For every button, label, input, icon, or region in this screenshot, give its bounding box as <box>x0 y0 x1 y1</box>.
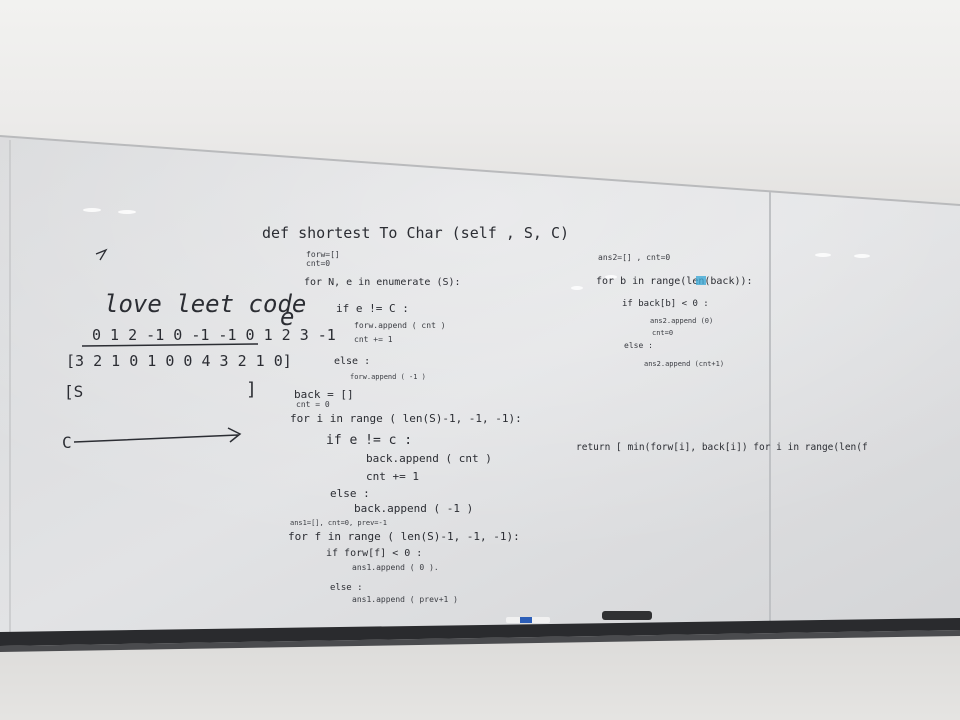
code-line: ans1.append ( 0 ). <box>352 563 439 572</box>
code-line: back.append ( cnt ) <box>366 452 492 465</box>
code-line: ans2.append (0) <box>650 317 713 325</box>
code-line: def shortest To Char (self , S, C) <box>262 224 569 242</box>
code-line: forw.append ( cnt ) <box>354 321 446 330</box>
classroom-scene: love leet code e 0 1 2 -1 0 -1 -1 0 1 2 … <box>0 0 960 720</box>
whiteboard-photo: love leet code e 0 1 2 -1 0 -1 -1 0 1 2 … <box>0 135 960 652</box>
code-line: if e != C : <box>336 302 409 315</box>
code-line: if e != c : <box>326 433 412 448</box>
left-result: [3 2 1 0 1 0 0 4 3 2 1 0] <box>66 352 292 370</box>
code-line: ans1=[], cnt=0, prev=-1 <box>290 519 387 527</box>
code-line: return [ min(forw[i], back[i]) for i in … <box>576 442 868 453</box>
code-line: cnt += 1 <box>354 335 393 344</box>
code-line: for b in range(len(back)): <box>596 276 753 287</box>
code-line: forw.append ( -1 ) <box>350 373 426 381</box>
code-line: ans2=[] , cnt=0 <box>598 253 670 262</box>
code-line: forw=[] <box>306 250 340 259</box>
code-line: cnt += 1 <box>366 470 419 483</box>
code-line: ans1.append ( prev+1 ) <box>352 595 458 604</box>
marker-cap <box>520 617 532 623</box>
code-line: if forw[f] < 0 : <box>326 548 422 559</box>
code-line: else : <box>624 341 653 350</box>
left-indices: 0 1 2 -1 0 -1 -1 0 1 2 3 -1 <box>92 326 336 344</box>
code-line: ans2.append (cnt+1) <box>644 360 724 368</box>
code-line: else : <box>330 487 370 500</box>
code-line: else : <box>330 583 363 593</box>
code-line: for f in range ( len(S)-1, -1, -1): <box>288 530 520 543</box>
left-arrow-label: C <box>62 433 72 452</box>
eraser <box>602 611 652 620</box>
cursor-highlight <box>696 276 706 285</box>
code-line: cnt=0 <box>652 329 673 337</box>
code-line: for i in range ( len(S)-1, -1, -1): <box>290 412 522 425</box>
left-s-open: [S <box>64 382 83 401</box>
left-title: love leet code <box>104 290 306 318</box>
code-line: cnt=0 <box>306 259 330 268</box>
left-close-bracket: ] <box>246 379 257 400</box>
code-line: else : <box>334 356 370 367</box>
code-line: if back[b] < 0 : <box>622 299 709 309</box>
code-line: for N, e in enumerate (S): <box>304 277 461 288</box>
code-line: cnt = 0 <box>296 400 330 409</box>
code-line: back.append ( -1 ) <box>354 502 473 515</box>
board-glare <box>0 136 960 634</box>
